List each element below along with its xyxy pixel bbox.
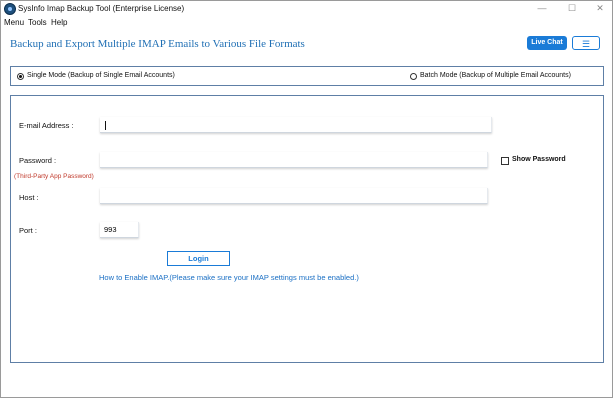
close-button[interactable]: ✕ — [589, 2, 611, 14]
show-password-checkbox[interactable] — [501, 157, 509, 165]
live-chat-button[interactable]: Live Chat — [527, 36, 567, 50]
minimize-button[interactable]: — — [531, 2, 553, 14]
mode-selector: Single Mode (Backup of Single Email Acco… — [10, 66, 604, 86]
single-mode-radio[interactable] — [17, 73, 24, 80]
menu-bar: Menu Tools Help — [1, 17, 612, 29]
enable-imap-help-link[interactable]: How to Enable IMAP.(Please make sure you… — [99, 273, 359, 282]
password-label: Password : — [19, 156, 57, 165]
show-password-label[interactable]: Show Password — [512, 156, 566, 163]
maximize-button[interactable]: ☐ — [561, 2, 583, 14]
page-title: Backup and Export Multiple IMAP Emails t… — [10, 38, 305, 50]
login-button[interactable]: Login — [167, 251, 230, 266]
password-field[interactable] — [100, 152, 488, 168]
batch-mode-label[interactable]: Batch Mode (Backup of Multiple Email Acc… — [420, 72, 571, 79]
text-cursor — [105, 121, 106, 130]
menu-item-menu[interactable]: Menu — [4, 17, 24, 29]
menu-item-help[interactable]: Help — [51, 17, 67, 29]
hamburger-menu-icon[interactable]: ☰ — [572, 36, 600, 50]
header-banner: Backup and Export Multiple IMAP Emails t… — [1, 29, 612, 63]
title-bar: SysInfo Imap Backup Tool (Enterprise Lic… — [1, 1, 612, 17]
window-title: SysInfo Imap Backup Tool (Enterprise Lic… — [18, 4, 185, 13]
email-field[interactable] — [100, 117, 492, 133]
host-label: Host : — [19, 193, 39, 202]
single-mode-label[interactable]: Single Mode (Backup of Single Email Acco… — [27, 72, 175, 79]
batch-mode-radio[interactable] — [410, 73, 417, 80]
app-window: SysInfo Imap Backup Tool (Enterprise Lic… — [0, 0, 613, 398]
email-label: E-mail Address : — [19, 121, 74, 130]
app-logo-icon — [4, 3, 16, 15]
host-field[interactable] — [100, 188, 488, 204]
password-hint: (Third-Party App Password) — [14, 173, 94, 180]
menu-item-tools[interactable]: Tools — [28, 17, 47, 29]
port-label: Port : — [19, 226, 37, 235]
port-field[interactable] — [100, 222, 139, 238]
